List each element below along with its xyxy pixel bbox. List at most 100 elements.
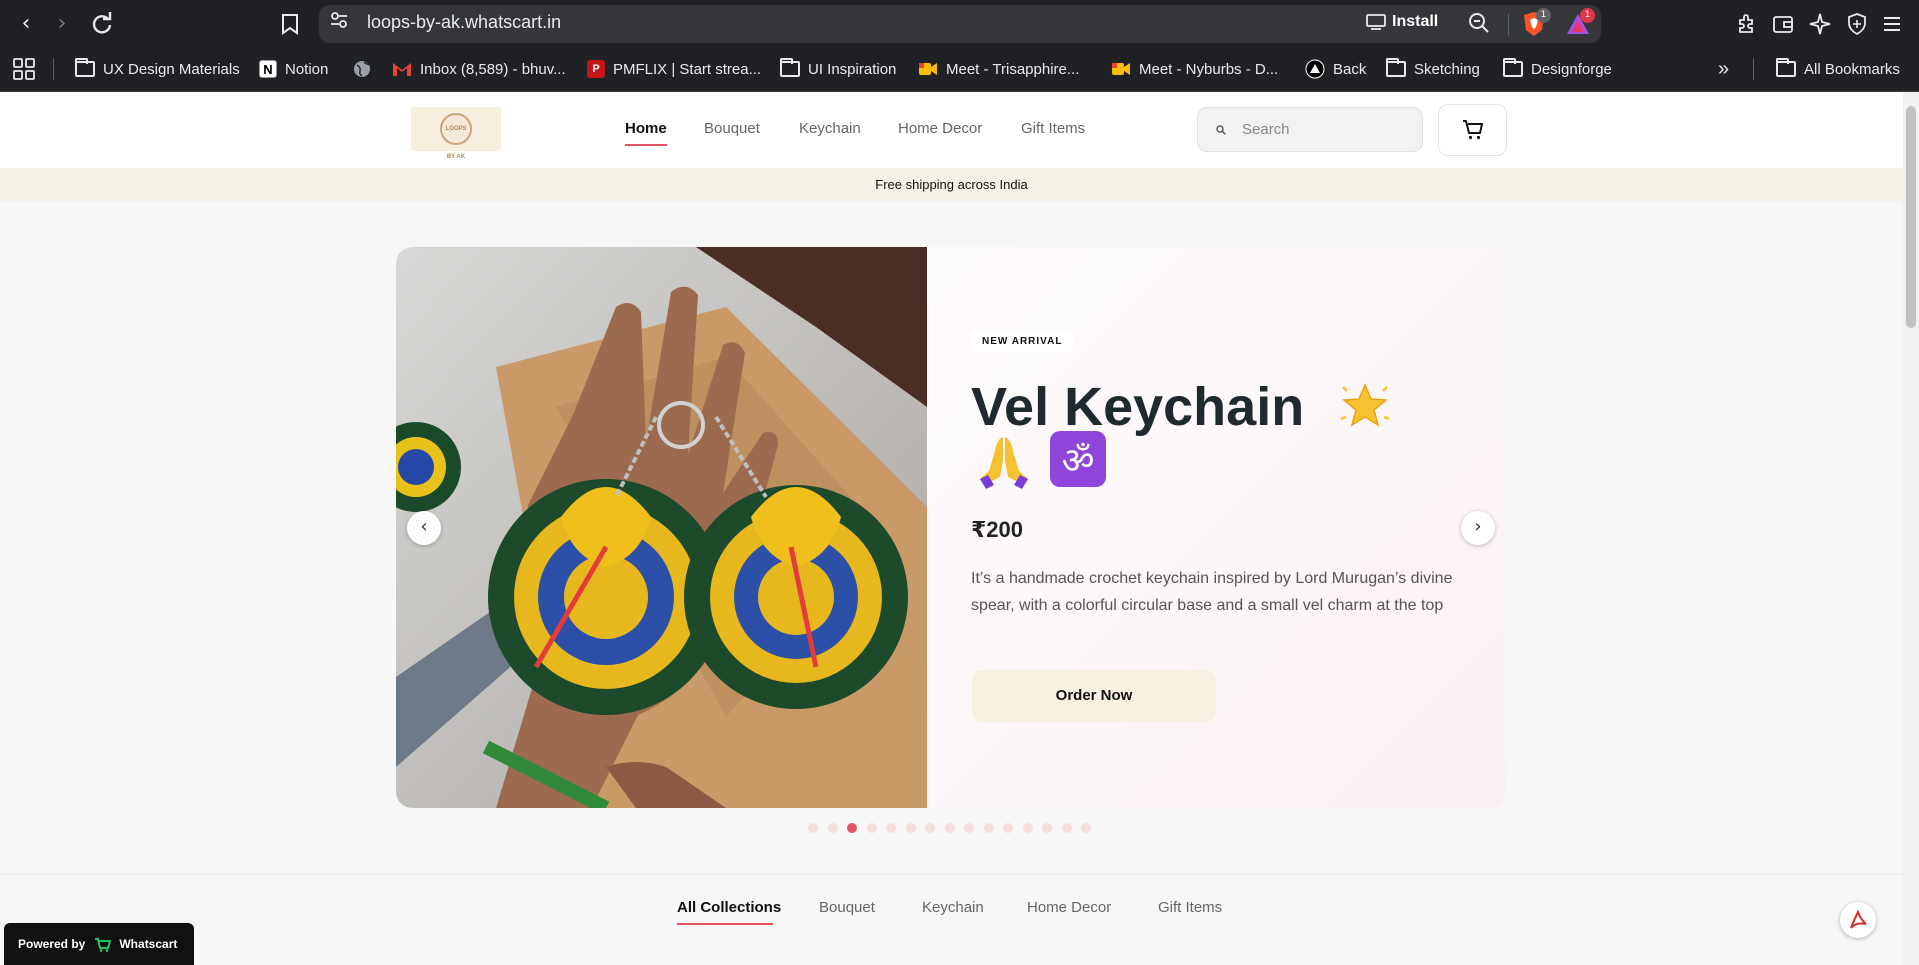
shields-badge: 1: [1536, 8, 1551, 23]
bookmark-back[interactable]: Back: [1305, 57, 1366, 81]
carousel-dot[interactable]: [847, 823, 857, 833]
product-title: Vel Keychain: [971, 377, 1441, 437]
bookmark-sketching[interactable]: Sketching: [1386, 57, 1480, 81]
bookmark-notion[interactable]: N Notion: [259, 57, 328, 81]
carousel-dot[interactable]: [944, 823, 955, 833]
all-bookmarks-button[interactable]: All Bookmarks: [1776, 57, 1900, 81]
carousel-dot[interactable]: [827, 823, 838, 833]
product-price: ₹200: [971, 517, 1024, 542]
carousel-dot[interactable]: [886, 823, 896, 833]
tab-gift-items[interactable]: Gift Items: [1158, 899, 1222, 916]
gmail-icon: [393, 63, 411, 76]
leo-ai-icon[interactable]: [1808, 12, 1832, 36]
product-title-text: Vel Keychain: [971, 377, 1305, 437]
folder-icon: [1776, 58, 1796, 77]
folder-icon: [1386, 58, 1406, 77]
bookmark-pmflix[interactable]: P PMFLIX | Start strea...: [587, 57, 761, 81]
powered-by-badge[interactable]: Powered by Whatscart: [4, 923, 194, 965]
toolbar-separator: [1508, 14, 1509, 36]
apps-grid-icon[interactable]: [12, 57, 36, 81]
cart-button[interactable]: [1438, 104, 1507, 156]
bookmark-label: Back: [1333, 60, 1367, 78]
carousel-dot[interactable]: [808, 823, 818, 833]
folder-icon: [780, 58, 800, 77]
whatscart-logo-icon: [95, 938, 112, 952]
bookmark-label: UI Inspiration: [808, 60, 897, 78]
bookmark-meet-nyburbs[interactable]: Meet - Nyburbs - D...: [1111, 57, 1278, 81]
tab-all-collections[interactable]: All Collections: [677, 899, 781, 916]
bookmark-ux-design-materials[interactable]: UX Design Materials: [75, 57, 240, 81]
nav-keychain[interactable]: Keychain: [799, 120, 861, 137]
reload-icon[interactable]: [88, 10, 116, 38]
carousel-dot[interactable]: [925, 823, 935, 833]
tab-keychain[interactable]: Keychain: [922, 899, 984, 916]
globe-icon: [354, 61, 371, 77]
site-settings-icon[interactable]: [329, 10, 349, 30]
bookmark-label: Sketching: [1414, 60, 1480, 78]
wallet-icon[interactable]: [1771, 12, 1795, 36]
nav-home-decor[interactable]: Home Decor: [898, 120, 982, 137]
prev-slide-button[interactable]: ‹: [407, 511, 441, 545]
more-bookmarks-button[interactable]: »: [1718, 57, 1729, 81]
bookmark-label: Meet - Nyburbs - D...: [1139, 60, 1279, 78]
tab-home-decor[interactable]: Home Decor: [1027, 899, 1111, 916]
collection-tabs: All Collections Bouquet Keychain Home De…: [0, 875, 1903, 947]
powered-by-label: Powered by: [18, 937, 86, 951]
carousel-dots: [808, 823, 1091, 833]
carousel-dot[interactable]: [983, 823, 994, 833]
bookmark-label: Meet - Trisapphire...: [946, 60, 1080, 78]
next-slide-button[interactable]: ›: [1461, 511, 1495, 545]
scrollbar-thumb[interactable]: [1906, 106, 1916, 328]
carousel-dot[interactable]: [866, 823, 877, 833]
site-header: LOOPS BY AK Home Bouquet Keychain Home D…: [0, 92, 1903, 168]
pdf-download-button[interactable]: [1840, 902, 1876, 938]
logo-mark: LOOPS BY AK: [440, 113, 472, 160]
carousel-dot[interactable]: [1061, 823, 1072, 833]
carousel-dot[interactable]: [1003, 823, 1013, 833]
bookmark-label: Notion: [285, 60, 329, 78]
nav-home[interactable]: Home: [625, 120, 667, 137]
bookmark-designforge[interactable]: Designforge: [1503, 57, 1612, 81]
nav-active-indicator: [625, 144, 667, 146]
bookmark-globe[interactable]: [352, 57, 372, 81]
powered-by-brand: Whatscart: [119, 937, 178, 951]
bookmark-meet-trisapphire[interactable]: Meet - Trisapphire...: [918, 57, 1079, 81]
install-button[interactable]: Install: [1392, 13, 1438, 31]
order-now-button[interactable]: Order Now: [972, 670, 1216, 722]
folded-hands-icon: [980, 437, 1028, 489]
menu-icon[interactable]: [1880, 12, 1904, 36]
vpn-icon[interactable]: [1845, 12, 1869, 36]
bookmark-inbox[interactable]: Inbox (8,589) - bhuv...: [392, 57, 566, 81]
back-icon[interactable]: ‹: [12, 10, 40, 38]
forward-icon[interactable]: ›: [48, 10, 76, 38]
bookmark-label: Inbox (8,589) - bhuv...: [420, 60, 566, 78]
cart-icon: [1463, 120, 1483, 140]
carousel-dot[interactable]: [1022, 823, 1033, 833]
bookmark-ui-inspiration[interactable]: UI Inspiration: [780, 57, 896, 81]
search-input[interactable]: Search: [1197, 107, 1423, 152]
tab-bouquet[interactable]: Bouquet: [819, 899, 875, 916]
nav-bouquet[interactable]: Bouquet: [704, 120, 760, 137]
product-image[interactable]: [396, 247, 927, 808]
pdf-icon: [1850, 909, 1867, 929]
bookmark-label: UX Design Materials: [103, 60, 240, 78]
url-text[interactable]: loops-by-ak.whatscart.in: [367, 12, 561, 33]
carousel-dot[interactable]: [905, 823, 916, 833]
rewards-badge: 1: [1580, 8, 1595, 23]
store-logo[interactable]: LOOPS BY AK: [411, 107, 501, 160]
hero-banner: ‹ › NEW ARRIVAL Vel Keychain ॐ ₹200 It’s…: [396, 247, 1506, 808]
folder-icon: [75, 58, 95, 77]
new-arrival-tag: NEW ARRIVAL: [971, 331, 1074, 352]
bookmarks-separator: [1753, 58, 1754, 80]
search-icon: [1216, 125, 1226, 135]
meet-icon: [1112, 63, 1130, 75]
nav-gift-items[interactable]: Gift Items: [1021, 120, 1085, 137]
carousel-dot[interactable]: [1042, 823, 1052, 833]
bookmarks-separator: [53, 58, 54, 80]
zoom-icon[interactable]: [1468, 12, 1490, 34]
bookmark-icon[interactable]: [280, 13, 300, 35]
install-icon[interactable]: [1366, 14, 1386, 30]
extensions-icon[interactable]: [1735, 12, 1759, 36]
carousel-dot[interactable]: [964, 823, 974, 833]
carousel-dot[interactable]: [1081, 823, 1091, 833]
